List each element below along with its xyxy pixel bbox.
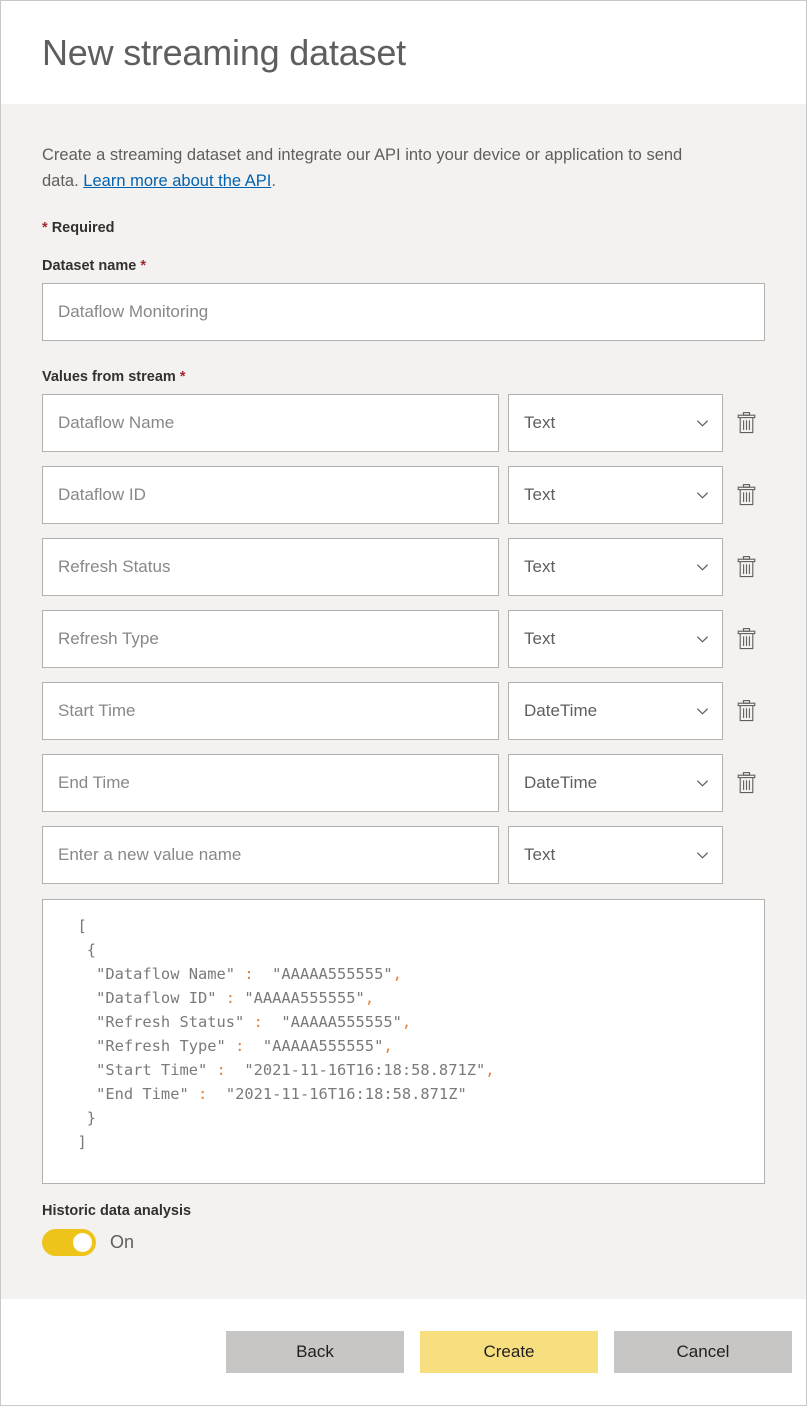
historic-data-analysis-toggle[interactable] bbox=[42, 1229, 96, 1257]
value-type-select-wrapper: Text bbox=[508, 466, 723, 525]
intro-description: Create a streaming dataset and integrate… bbox=[42, 142, 692, 194]
trash-icon bbox=[737, 700, 755, 722]
delete-value-button[interactable] bbox=[727, 466, 765, 524]
value-row: Text bbox=[42, 466, 765, 525]
delete-button-spacer bbox=[723, 826, 765, 884]
value-type-select-wrapper: DateTime bbox=[508, 682, 723, 741]
value-type-select-wrapper: Text bbox=[508, 826, 723, 885]
value-name-input[interactable] bbox=[42, 466, 499, 525]
value-name-field-wrapper bbox=[42, 754, 499, 813]
delete-value-button[interactable] bbox=[727, 538, 765, 596]
historic-data-analysis-state: On bbox=[110, 1232, 135, 1253]
value-name-input[interactable] bbox=[42, 394, 499, 453]
value-type-select[interactable]: Text bbox=[508, 394, 723, 453]
learn-more-api-link[interactable]: Learn more about the API bbox=[83, 172, 271, 190]
value-type-select-value: DateTime bbox=[524, 701, 598, 721]
value-type-select-value: Text bbox=[524, 845, 556, 865]
intro-text-after: . bbox=[271, 172, 276, 191]
new-streaming-dataset-panel: New streaming dataset Create a streaming… bbox=[0, 0, 807, 1406]
required-label: Required bbox=[51, 220, 115, 237]
value-type-select[interactable]: Text bbox=[508, 538, 723, 597]
required-legend: * Required bbox=[42, 220, 765, 236]
value-name-input[interactable] bbox=[42, 610, 499, 669]
create-button[interactable]: Create bbox=[420, 1331, 598, 1373]
value-type-select-value: Text bbox=[524, 413, 556, 433]
value-name-field-wrapper bbox=[42, 394, 499, 453]
value-row: DateTime bbox=[42, 682, 765, 741]
dataset-name-required-asterisk: * bbox=[140, 258, 146, 275]
value-type-select[interactable]: Text bbox=[508, 826, 723, 885]
value-type-select-wrapper: Text bbox=[508, 394, 723, 453]
value-name-field-wrapper bbox=[42, 826, 499, 885]
json-payload-preview[interactable]: [ { "Dataflow Name" : "AAAAA555555", "Da… bbox=[42, 899, 765, 1185]
delete-value-button[interactable] bbox=[727, 682, 765, 740]
delete-value-button[interactable] bbox=[727, 754, 765, 812]
value-name-field-wrapper bbox=[42, 466, 499, 525]
value-type-select-value: Text bbox=[524, 557, 556, 577]
trash-icon bbox=[737, 628, 755, 650]
value-name-input[interactable] bbox=[42, 538, 499, 597]
value-name-input[interactable] bbox=[42, 826, 499, 885]
value-type-select-wrapper: Text bbox=[508, 538, 723, 597]
value-name-input[interactable] bbox=[42, 754, 499, 813]
trash-icon bbox=[737, 484, 755, 506]
value-row: DateTime bbox=[42, 754, 765, 813]
value-type-select[interactable]: Text bbox=[508, 466, 723, 525]
value-type-select[interactable]: Text bbox=[508, 610, 723, 669]
value-name-field-wrapper bbox=[42, 682, 499, 741]
historic-data-analysis-row: On bbox=[42, 1229, 765, 1257]
dataset-name-group: Dataset name * bbox=[42, 258, 765, 342]
panel-footer: Back Create Cancel bbox=[1, 1298, 806, 1405]
value-name-input[interactable] bbox=[42, 682, 499, 741]
values-from-stream-required-asterisk: * bbox=[179, 369, 186, 386]
value-row: Text bbox=[42, 610, 765, 669]
value-name-field-wrapper bbox=[42, 610, 499, 669]
value-type-select-wrapper: Text bbox=[508, 610, 723, 669]
back-button[interactable]: Back bbox=[226, 1331, 404, 1373]
trash-icon bbox=[737, 412, 755, 434]
dataset-name-label: Dataset name * bbox=[42, 258, 765, 274]
historic-data-analysis-label: Historic data analysis bbox=[42, 1203, 192, 1220]
value-type-select-value: DateTime bbox=[524, 773, 598, 793]
delete-value-button[interactable] bbox=[727, 394, 765, 452]
page-title: New streaming dataset bbox=[42, 31, 406, 73]
value-type-select[interactable]: DateTime bbox=[508, 682, 723, 741]
dataset-name-input[interactable] bbox=[42, 283, 765, 342]
cancel-button[interactable]: Cancel bbox=[614, 1331, 792, 1373]
value-type-select-value: Text bbox=[524, 485, 556, 505]
toggle-knob bbox=[73, 1233, 92, 1253]
value-name-field-wrapper bbox=[42, 538, 499, 597]
value-type-select[interactable]: DateTime bbox=[508, 754, 723, 813]
dataset-name-label-text: Dataset name bbox=[42, 258, 137, 275]
value-row: Text bbox=[42, 826, 765, 885]
value-rows-list: Text Text Text Text DateTime DateTime Text bbox=[42, 394, 765, 885]
value-row: Text bbox=[42, 538, 765, 597]
required-asterisk: * bbox=[42, 220, 48, 237]
panel-header: New streaming dataset bbox=[1, 1, 806, 104]
value-row: Text bbox=[42, 394, 765, 453]
value-type-select-value: Text bbox=[524, 629, 556, 649]
trash-icon bbox=[737, 772, 755, 794]
values-from-stream-label-text: Values from stream bbox=[42, 369, 176, 386]
values-from-stream-label: Values from stream * bbox=[42, 369, 765, 385]
value-type-select-wrapper: DateTime bbox=[508, 754, 723, 813]
values-from-stream-group: Values from stream * Text Text Text Text Dat… bbox=[42, 369, 765, 885]
trash-icon bbox=[737, 556, 755, 578]
delete-value-button[interactable] bbox=[727, 610, 765, 668]
panel-body: Create a streaming dataset and integrate… bbox=[1, 104, 806, 1298]
json-payload-text: [ { "Dataflow Name" : "AAAAA555555", "Da… bbox=[77, 917, 495, 1152]
